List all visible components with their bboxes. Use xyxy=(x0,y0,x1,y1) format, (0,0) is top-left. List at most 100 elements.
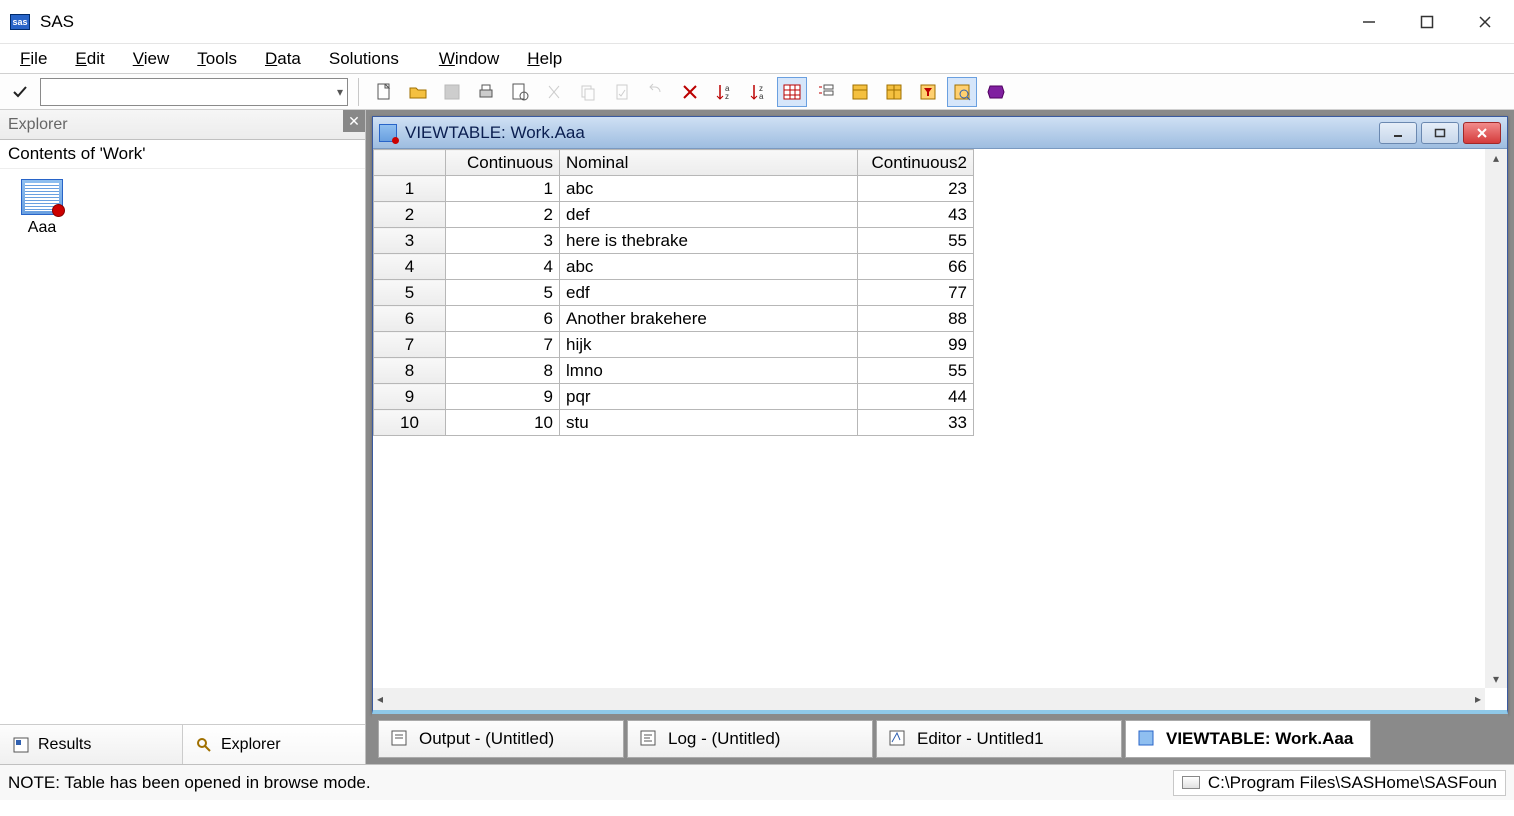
cell-nominal[interactable]: pqr xyxy=(560,384,858,410)
row-number[interactable]: 5 xyxy=(374,280,446,306)
submit-check-icon[interactable] xyxy=(10,82,30,102)
cell-continuous2[interactable]: 55 xyxy=(858,358,974,384)
cell-nominal[interactable]: here is thebrake xyxy=(560,228,858,254)
cell-continuous2[interactable]: 77 xyxy=(858,280,974,306)
where-button[interactable] xyxy=(879,77,909,107)
table-row[interactable]: 1010stu33 xyxy=(374,410,974,436)
command-combo[interactable]: ▾ xyxy=(40,78,348,106)
column-header[interactable]: Nominal xyxy=(560,150,858,176)
cell-continuous2[interactable]: 44 xyxy=(858,384,974,410)
cell-nominal[interactable]: stu xyxy=(560,410,858,436)
dataset-item-aaa[interactable]: Aaa xyxy=(12,179,72,237)
column-header[interactable]: Continuous2 xyxy=(858,150,974,176)
row-number[interactable]: 7 xyxy=(374,332,446,358)
menu-tools[interactable]: Tools xyxy=(185,46,249,72)
menu-window[interactable]: Window xyxy=(427,46,511,72)
cell-continuous[interactable]: 8 xyxy=(446,358,560,384)
copy-button[interactable] xyxy=(573,77,603,107)
row-number[interactable]: 6 xyxy=(374,306,446,332)
sidebar-tab-results[interactable]: Results xyxy=(0,725,183,764)
save-button[interactable] xyxy=(437,77,467,107)
table-row[interactable]: 99pqr44 xyxy=(374,384,974,410)
cell-nominal[interactable]: Another brakehere xyxy=(560,306,858,332)
table-row[interactable]: 77hijk99 xyxy=(374,332,974,358)
table-row[interactable]: 44abc66 xyxy=(374,254,974,280)
cell-continuous2[interactable]: 99 xyxy=(858,332,974,358)
menu-solutions[interactable]: Solutions xyxy=(317,46,411,72)
horizontal-scrollbar[interactable]: ◂▸ xyxy=(373,688,1485,710)
tab-log[interactable]: Log - (Untitled) xyxy=(627,720,873,758)
cell-continuous2[interactable]: 43 xyxy=(858,202,974,228)
cell-nominal[interactable]: def xyxy=(560,202,858,228)
sidebar-tab-explorer[interactable]: Explorer xyxy=(183,725,365,764)
cell-continuous2[interactable]: 66 xyxy=(858,254,974,280)
cell-nominal[interactable]: edf xyxy=(560,280,858,306)
cell-continuous[interactable]: 6 xyxy=(446,306,560,332)
print-button[interactable] xyxy=(471,77,501,107)
vertical-scrollbar[interactable]: ▴▾ xyxy=(1485,149,1507,688)
column-header[interactable]: Continuous xyxy=(446,150,560,176)
row-number[interactable]: 3 xyxy=(374,228,446,254)
cell-continuous[interactable]: 5 xyxy=(446,280,560,306)
cell-continuous2[interactable]: 55 xyxy=(858,228,974,254)
cell-continuous2[interactable]: 88 xyxy=(858,306,974,332)
cell-continuous[interactable]: 3 xyxy=(446,228,560,254)
viewtable-grid[interactable]: ContinuousNominalContinuous211abc2322def… xyxy=(373,149,1507,710)
sort-desc-button[interactable]: za xyxy=(743,77,773,107)
row-number[interactable]: 9 xyxy=(374,384,446,410)
explorer-tree[interactable]: Aaa xyxy=(0,169,365,724)
row-number[interactable]: 8 xyxy=(374,358,446,384)
menu-view[interactable]: View xyxy=(121,46,182,72)
tab-editor[interactable]: Editor - Untitled1 xyxy=(876,720,1122,758)
window-maximize-button[interactable] xyxy=(1398,0,1456,43)
menu-help[interactable]: Help xyxy=(515,46,574,72)
print-preview-button[interactable] xyxy=(505,77,535,107)
cell-continuous[interactable]: 2 xyxy=(446,202,560,228)
delete-button[interactable] xyxy=(675,77,705,107)
table-row[interactable]: 22def43 xyxy=(374,202,974,228)
cell-nominal[interactable]: hijk xyxy=(560,332,858,358)
tab-output[interactable]: Output - (Untitled) xyxy=(378,720,624,758)
mdi-close-button[interactable] xyxy=(1463,122,1501,144)
row-number[interactable]: 10 xyxy=(374,410,446,436)
table-row[interactable]: 33here is thebrake55 xyxy=(374,228,974,254)
table-row[interactable]: 88lmno55 xyxy=(374,358,974,384)
row-number[interactable]: 4 xyxy=(374,254,446,280)
open-button[interactable] xyxy=(403,77,433,107)
cell-nominal[interactable]: abc xyxy=(560,176,858,202)
cut-button[interactable] xyxy=(539,77,569,107)
form-view-button[interactable] xyxy=(811,77,841,107)
undo-button[interactable] xyxy=(641,77,671,107)
explorer-close-button[interactable]: ✕ xyxy=(343,110,365,132)
help-button[interactable] xyxy=(981,77,1011,107)
cell-nominal[interactable]: abc xyxy=(560,254,858,280)
tab-viewtable[interactable]: VIEWTABLE: Work.Aaa xyxy=(1125,720,1371,758)
browse-mode-button[interactable] xyxy=(947,77,977,107)
row-number[interactable]: 2 xyxy=(374,202,446,228)
viewtable-titlebar[interactable]: VIEWTABLE: Work.Aaa xyxy=(373,117,1507,149)
col-attrs-button[interactable] xyxy=(845,77,875,107)
window-minimize-button[interactable] xyxy=(1340,0,1398,43)
cell-nominal[interactable]: lmno xyxy=(560,358,858,384)
row-header-blank[interactable] xyxy=(374,150,446,176)
cell-continuous[interactable]: 10 xyxy=(446,410,560,436)
cell-continuous[interactable]: 4 xyxy=(446,254,560,280)
table-row[interactable]: 11abc23 xyxy=(374,176,974,202)
table-view-button[interactable] xyxy=(777,77,807,107)
cell-continuous2[interactable]: 33 xyxy=(858,410,974,436)
mdi-maximize-button[interactable] xyxy=(1421,122,1459,144)
menu-file[interactable]: File xyxy=(8,46,59,72)
table-row[interactable]: 55edf77 xyxy=(374,280,974,306)
table-row[interactable]: 66Another brakehere88 xyxy=(374,306,974,332)
subset-button[interactable] xyxy=(913,77,943,107)
cell-continuous[interactable]: 1 xyxy=(446,176,560,202)
window-close-button[interactable] xyxy=(1456,0,1514,43)
row-number[interactable]: 1 xyxy=(374,176,446,202)
menu-data[interactable]: Data xyxy=(253,46,313,72)
cell-continuous[interactable]: 9 xyxy=(446,384,560,410)
menu-edit[interactable]: Edit xyxy=(63,46,116,72)
paste-button[interactable] xyxy=(607,77,637,107)
sort-asc-button[interactable]: az xyxy=(709,77,739,107)
mdi-minimize-button[interactable] xyxy=(1379,122,1417,144)
cell-continuous[interactable]: 7 xyxy=(446,332,560,358)
